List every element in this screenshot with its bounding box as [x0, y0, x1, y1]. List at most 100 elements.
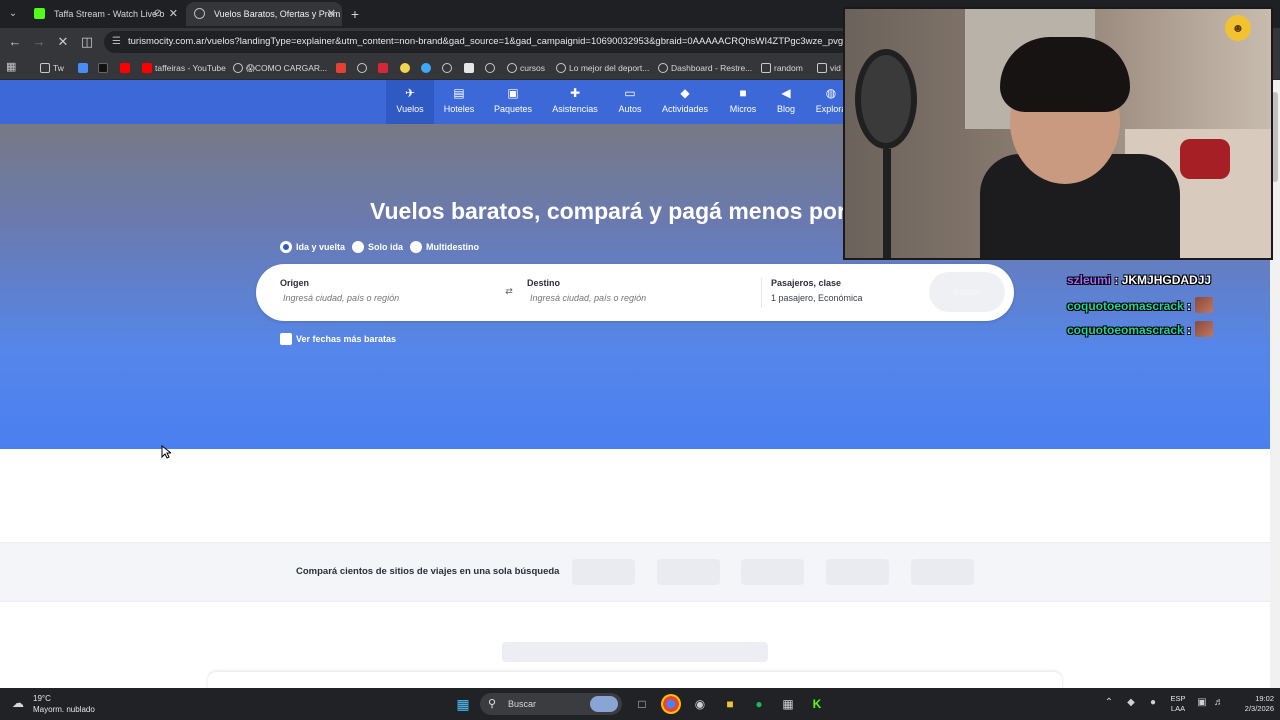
bookmark-label: Lo mejor del deport...: [569, 63, 650, 73]
bookmark-cursos[interactable]: cursos: [507, 60, 545, 76]
weather-temperature: 19°C: [33, 694, 51, 703]
back-icon[interactable]: ←: [6, 33, 24, 51]
chrome-icon[interactable]: [661, 694, 681, 714]
tab-vuelos-baratos[interactable]: Vuelos Baratos, Ofertas y Prom ✕: [186, 2, 342, 26]
bookmark-random[interactable]: random: [761, 60, 803, 76]
chat-separator: :: [1111, 273, 1122, 287]
chat-message: coquotoeomascrack :: [1067, 321, 1214, 339]
network-icon[interactable]: ▣: [1195, 696, 1209, 710]
search-label: Buscar: [508, 699, 537, 709]
swap-icon[interactable]: ⇄: [502, 284, 516, 298]
passengers-field[interactable]: Pasajeros, clase 1 pasajero, Económica: [771, 276, 863, 310]
trip-type-round-trip[interactable]: Ida y vuelta: [280, 240, 345, 254]
address-bar[interactable]: ☰ turismocity.com.ar/vuelos?landingType=…: [104, 31, 864, 53]
loading-favicon-icon: [194, 8, 205, 19]
nav-label: Asistencias: [552, 104, 598, 114]
bookmark-dashboard-restream[interactable]: Dashboard - Restre...: [658, 60, 752, 76]
globe-icon[interactable]: [357, 63, 367, 73]
stop-loading-icon[interactable]: ✕: [54, 33, 72, 51]
bookmark-como-cargar[interactable]: 😱COMO CARGAR...: [233, 60, 327, 76]
chat-separator: :: [1183, 323, 1192, 337]
bookmark-lo-mejor-del-deporte[interactable]: Lo mejor del deport...: [556, 60, 649, 76]
task-view-icon[interactable]: □: [632, 694, 652, 714]
bookmark-label: Tw: [53, 63, 64, 73]
nav-hoteles[interactable]: ▤ Hoteles: [436, 80, 482, 124]
spotify-icon[interactable]: ●: [749, 694, 769, 714]
car-icon: ▭: [624, 86, 636, 100]
loading-placeholder: [502, 642, 768, 662]
bookmark-label: vid: [830, 63, 841, 73]
checkbox-icon: [280, 333, 292, 345]
trip-type-multi-city[interactable]: Multidestino: [410, 240, 479, 254]
show-hidden-icons-icon[interactable]: ⌃: [1102, 696, 1116, 710]
streamer-hair: [1000, 37, 1130, 112]
plane-icon: ✈: [404, 86, 416, 100]
radio-icon: [410, 241, 422, 253]
nav-actividades[interactable]: ◆ Actividades: [656, 80, 714, 124]
tray-app-icon[interactable]: ◆: [1124, 696, 1138, 710]
windows-start-icon[interactable]: ▦: [453, 694, 473, 714]
forward-icon[interactable]: →: [30, 33, 48, 51]
bus-icon: ■: [739, 86, 747, 100]
microphone-icon[interactable]: ●: [1146, 696, 1160, 710]
close-tab-icon[interactable]: ✕: [169, 2, 178, 26]
apps-grid-icon[interactable]: ▦: [6, 60, 20, 74]
obs-icon[interactable]: ◉: [690, 694, 710, 714]
site-info-icon[interactable]: ☰: [112, 31, 121, 53]
destination-field[interactable]: Destino: [527, 276, 737, 310]
side-panel-icon[interactable]: ◫: [78, 33, 96, 51]
nav-micros[interactable]: ■ Micros: [724, 80, 762, 124]
compare-text: Compará cientos de sitios de viajes en u…: [296, 566, 560, 577]
search-button[interactable]: Buscar: [929, 272, 1005, 312]
cheapest-dates-checkbox[interactable]: Ver fechas más baratas: [280, 332, 396, 346]
origin-label: Origen: [280, 278, 310, 288]
field-divider: [761, 278, 762, 308]
logo-placeholder: [572, 559, 635, 585]
bookmark-taffeiras-youtube[interactable]: taffeiras - YouTube: [142, 60, 226, 76]
bookmark-icon-feather[interactable]: [78, 63, 88, 73]
bookmark-yellow-icon[interactable]: [400, 63, 410, 73]
globe-icon[interactable]: [485, 63, 495, 73]
nav-label: Vuelos: [396, 104, 424, 114]
system-clock[interactable]: 19:02 2/3/2026: [1226, 694, 1274, 714]
bookmark-tw[interactable]: Tw: [40, 60, 64, 76]
bookmark-red-icon[interactable]: [378, 63, 388, 73]
new-tab-icon[interactable]: +: [346, 5, 364, 23]
globe-icon: [658, 63, 668, 73]
nav-asistencias[interactable]: ✚ Asistencias: [546, 80, 604, 124]
kick-icon[interactable]: K: [807, 694, 827, 714]
tiktok-icon[interactable]: [98, 63, 108, 73]
close-tab-icon[interactable]: ✕: [327, 2, 336, 26]
search-highlight-icon: [590, 696, 618, 712]
nav-autos[interactable]: ▭ Autos: [612, 80, 648, 124]
suitcase-icon: ▣: [507, 86, 519, 100]
bookmark-vid[interactable]: vid: [817, 60, 841, 76]
language-indicator[interactable]: ESP LAA: [1168, 694, 1188, 714]
file-explorer-icon[interactable]: ■: [720, 694, 740, 714]
logo-placeholder: [657, 559, 720, 585]
youtube-icon[interactable]: [120, 63, 130, 73]
nav-paquetes[interactable]: ▣ Paquetes: [486, 80, 540, 124]
nav-blog[interactable]: ◀ Blog: [770, 80, 802, 124]
kick-favicon-icon: [34, 8, 45, 19]
bookmark-square-icon[interactable]: [464, 63, 474, 73]
nav-label: Autos: [618, 104, 642, 114]
origin-input[interactable]: [280, 290, 490, 306]
destination-input[interactable]: [527, 290, 737, 306]
store-icon[interactable]: ▦: [778, 694, 798, 714]
bookmark-blue-icon[interactable]: [421, 63, 431, 73]
taskbar-search[interactable]: ⚲ Buscar: [480, 693, 622, 715]
volume-icon[interactable]: ♬: [1212, 696, 1226, 710]
tab-taffa-stream[interactable]: Taffa Stream - Watch Live o ⊘ ✕: [26, 2, 184, 26]
muted-speaker-icon[interactable]: ⊘: [154, 2, 162, 26]
nav-vuelos[interactable]: ✈ Vuelos: [386, 80, 434, 124]
tab-search-icon[interactable]: ⌄: [4, 5, 22, 23]
logo-placeholder: [826, 559, 889, 585]
gmail-icon[interactable]: [336, 63, 346, 73]
trip-type-one-way[interactable]: Solo ida: [352, 240, 403, 254]
origin-field[interactable]: Origen: [280, 276, 490, 310]
globe-icon[interactable]: [442, 63, 452, 73]
bookmark-label: random: [774, 63, 803, 73]
nav-label: Actividades: [661, 104, 709, 114]
chat-message: coquotoeomascrack :: [1067, 297, 1214, 315]
